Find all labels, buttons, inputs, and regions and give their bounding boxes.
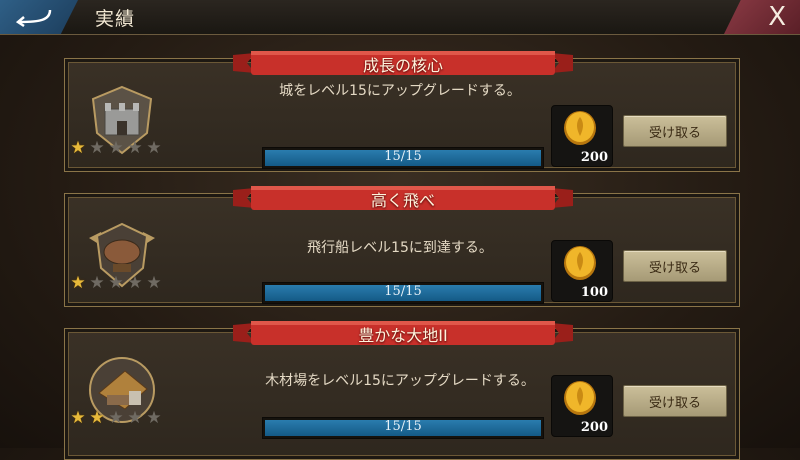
star-filled-icon: ★	[70, 138, 86, 158]
gold-coin-icon	[564, 111, 596, 145]
star-empty-icon: ★	[146, 138, 162, 158]
star-empty-icon: ★	[127, 138, 143, 158]
star-filled-icon: ★	[89, 408, 105, 428]
progress-text: 15/15	[384, 419, 422, 434]
achievement-card: 豊かな大地II ★ ★ ★ ★ ★ 木材場をレベル15にアップグレードする。 1…	[64, 321, 740, 460]
achievement-title: 成長の核心	[362, 56, 443, 75]
achievement-title: 豊かな大地II	[358, 326, 448, 345]
star-rating: ★ ★ ★ ★ ★	[69, 409, 163, 427]
achievement-card: 成長の核心 ★ ★ ★ ★ ★ 城をレベル15にアップグレードする。 15/15…	[64, 51, 740, 172]
claim-button[interactable]: 受け取る	[623, 250, 727, 282]
close-button[interactable]: X	[724, 0, 800, 34]
back-button[interactable]	[0, 0, 78, 34]
back-arrow-icon	[15, 9, 52, 28]
achievement-description: 飛行船レベル15に到達する。	[307, 240, 493, 256]
page-title: 実績	[95, 8, 136, 30]
reward-amount: 200	[580, 420, 608, 435]
reward-amount: 100	[580, 285, 608, 300]
achievement-description: 城をレベル15にアップグレードする。	[279, 83, 521, 99]
reward-slot: 200	[551, 105, 613, 167]
star-empty-icon: ★	[127, 273, 143, 293]
top-bar: 実績 X	[0, 0, 800, 35]
claim-button[interactable]: 受け取る	[623, 385, 727, 417]
achievement-description: 木材場をレベル15にアップグレードする。	[265, 373, 535, 389]
star-empty-icon: ★	[89, 138, 105, 158]
reward-slot: 200	[551, 375, 613, 437]
star-empty-icon: ★	[108, 408, 124, 428]
gold-coin-icon	[564, 381, 596, 415]
progress-bar: 15/15	[262, 282, 544, 304]
star-empty-icon: ★	[146, 408, 162, 428]
star-empty-icon: ★	[108, 273, 124, 293]
progress-bar: 15/15	[262, 417, 544, 439]
star-filled-icon: ★	[70, 408, 86, 428]
achievement-title-ribbon: 豊かな大地II	[233, 319, 573, 347]
progress-bar: 15/15	[262, 147, 544, 169]
achievement-card: 高く飛べ ★ ★ ★ ★ ★ 飛行船レベル15に到達する。 15/15 100 …	[64, 186, 740, 307]
reward-slot: 100	[551, 240, 613, 302]
progress-text: 15/15	[384, 284, 422, 299]
star-rating: ★ ★ ★ ★ ★	[69, 139, 163, 157]
achievement-title-ribbon: 高く飛べ	[233, 184, 573, 212]
progress-text: 15/15	[384, 149, 422, 164]
star-empty-icon: ★	[127, 408, 143, 428]
gold-coin-icon	[564, 246, 596, 280]
achievement-title-ribbon: 成長の核心	[233, 49, 573, 77]
achievement-title: 高く飛べ	[370, 191, 435, 210]
reward-amount: 200	[580, 150, 608, 165]
star-empty-icon: ★	[89, 273, 105, 293]
star-rating: ★ ★ ★ ★ ★	[69, 274, 163, 292]
star-filled-icon: ★	[70, 273, 86, 293]
star-empty-icon: ★	[108, 138, 124, 158]
star-empty-icon: ★	[146, 273, 162, 293]
claim-button[interactable]: 受け取る	[623, 115, 727, 147]
